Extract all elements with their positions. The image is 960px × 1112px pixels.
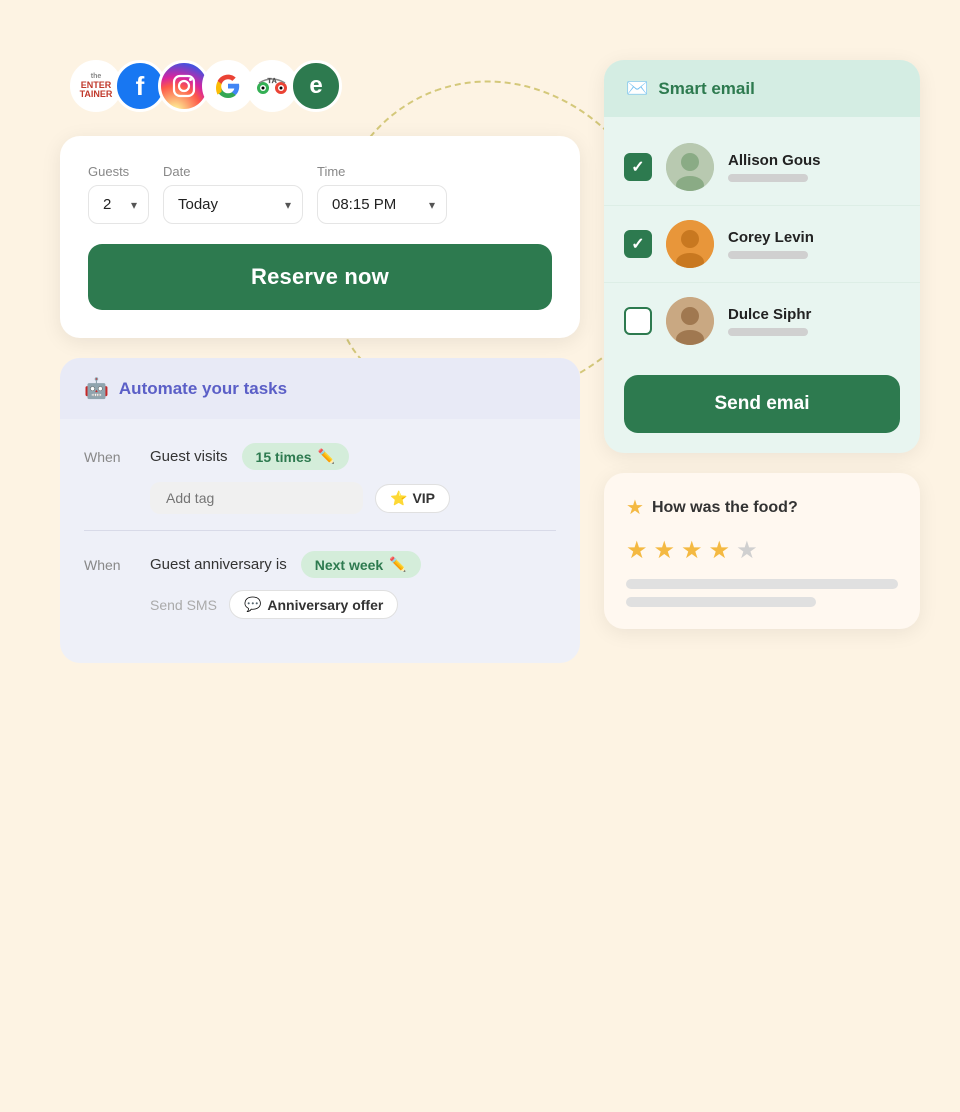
envelope-icon: ✉️ (626, 78, 648, 99)
rule2-edit-icon: ✏️ (389, 556, 406, 573)
rating-bar-2 (626, 597, 816, 607)
contact-item-dulce: Dulce Siphr (604, 283, 920, 359)
stars-row: ★ ★ ★ ★ ★ (626, 536, 898, 565)
automate-header: 🤖 Automate your tasks (60, 358, 580, 419)
smart-email-title: Smart email (658, 79, 754, 99)
rule1-value-badge[interactable]: 15 times ✏️ (242, 443, 349, 470)
contact-info-allison: Allison Gous (728, 152, 821, 182)
right-column: ✉️ Smart email ✓ (604, 60, 920, 629)
contact-checkbox-dulce[interactable] (624, 307, 652, 335)
contact-name-dulce: Dulce Siphr (728, 306, 811, 323)
rating-star-icon: ★ (626, 495, 644, 520)
guests-label: Guests (88, 164, 149, 179)
rating-bar-1 (626, 579, 898, 589)
star-3: ★ (681, 536, 703, 565)
sms-icon: 💬 (244, 596, 261, 613)
send-sms-label: Send SMS (150, 597, 217, 613)
automate-robot-icon: 🤖 (84, 376, 109, 401)
task-rule-2-condition: When Guest anniversary is Next week ✏️ (84, 551, 556, 578)
automate-title: Automate your tasks (119, 379, 287, 399)
rating-header: ★ How was the food? (626, 495, 898, 520)
guests-select-wrapper[interactable]: 2 1 3 4 ▾ (88, 185, 149, 224)
time-select-wrapper[interactable]: 08:15 PM 07:00 PM 09:00 PM ▾ (317, 185, 447, 224)
contact-checkbox-corey[interactable]: ✓ (624, 230, 652, 258)
left-column: the ENTERTAINER f (60, 60, 580, 663)
automate-body: When Guest visits 15 times ✏️ ⭐ VIP (60, 419, 580, 619)
send-email-button[interactable]: Send emai (624, 375, 900, 433)
rule2-action-row: Send SMS 💬 Anniversary offer (150, 590, 556, 619)
task-rule-2: When Guest anniversary is Next week ✏️ S… (84, 551, 556, 619)
platform-icons-row: the ENTERTAINER f (70, 60, 590, 112)
avatar-dulce (666, 297, 714, 345)
avatar-allison (666, 143, 714, 191)
rule2-value-badge[interactable]: Next week ✏️ (301, 551, 421, 578)
contact-item-allison: ✓ Allison Gous (604, 129, 920, 206)
rule2-condition-text: Guest anniversary is (150, 556, 287, 573)
time-select[interactable]: 08:15 PM 07:00 PM 09:00 PM (317, 185, 447, 224)
rating-card: ★ How was the food? ★ ★ ★ ★ ★ (604, 473, 920, 629)
time-label: Time (317, 164, 447, 179)
date-label: Date (163, 164, 303, 179)
star-2: ★ (654, 536, 676, 565)
guests-select[interactable]: 2 1 3 4 (88, 185, 149, 224)
contact-name-allison: Allison Gous (728, 152, 821, 169)
anniversary-label: Anniversary offer (267, 597, 383, 613)
contact-item-corey: ✓ Corey Levin (604, 206, 920, 283)
avatar-corey (666, 220, 714, 268)
automate-card: 🤖 Automate your tasks When Guest visits … (60, 358, 580, 663)
star-5: ★ (736, 536, 758, 565)
star-1: ★ (626, 536, 648, 565)
reservation-card: Guests 2 1 3 4 ▾ Date (60, 136, 580, 338)
contact-list: ✓ Allison Gous (604, 117, 920, 371)
svg-text:𝐓𝐀: 𝐓𝐀 (267, 77, 278, 85)
guests-field-group: Guests 2 1 3 4 ▾ (88, 164, 149, 224)
add-tag-input[interactable] (150, 482, 363, 514)
reserve-now-button[interactable]: Reserve now (88, 244, 552, 310)
date-select-wrapper[interactable]: Today Tomorrow ▾ (163, 185, 303, 224)
task-rule-1: When Guest visits 15 times ✏️ ⭐ VIP (84, 443, 556, 514)
time-field-group: Time 08:15 PM 07:00 PM 09:00 PM ▾ (317, 164, 447, 224)
star-4: ★ (709, 536, 731, 565)
rule2-value-text: Next week (315, 557, 383, 573)
vip-star-icon: ⭐ (390, 490, 407, 507)
vip-badge[interactable]: ⭐ VIP (375, 484, 450, 513)
date-field-group: Date Today Tomorrow ▾ (163, 164, 303, 224)
contact-info-dulce: Dulce Siphr (728, 306, 811, 336)
rule1-value-text: 15 times (256, 449, 312, 465)
rule1-edit-icon: ✏️ (318, 448, 335, 465)
contact-sub-dulce (728, 328, 808, 336)
contact-name-corey: Corey Levin (728, 229, 814, 246)
contact-sub-allison (728, 174, 808, 182)
anniversary-badge[interactable]: 💬 Anniversary offer (229, 590, 398, 619)
smart-email-card: ✉️ Smart email ✓ (604, 60, 920, 453)
rating-question: How was the food? (652, 499, 798, 517)
eat-icon: e (290, 60, 342, 112)
smart-email-header: ✉️ Smart email (604, 60, 920, 117)
contact-info-corey: Corey Levin (728, 229, 814, 259)
when-label-1: When (84, 449, 136, 465)
rule1-condition-text: Guest visits (150, 448, 228, 465)
contact-checkbox-allison[interactable]: ✓ (624, 153, 652, 181)
task-rule-1-condition: When Guest visits 15 times ✏️ (84, 443, 556, 470)
vip-label: VIP (412, 490, 435, 506)
form-fields-row: Guests 2 1 3 4 ▾ Date (88, 164, 552, 224)
when-label-2: When (84, 557, 136, 573)
rule-divider (84, 530, 556, 531)
date-select[interactable]: Today Tomorrow (163, 185, 303, 224)
contact-sub-corey (728, 251, 808, 259)
rule1-action-row: ⭐ VIP (150, 482, 556, 514)
